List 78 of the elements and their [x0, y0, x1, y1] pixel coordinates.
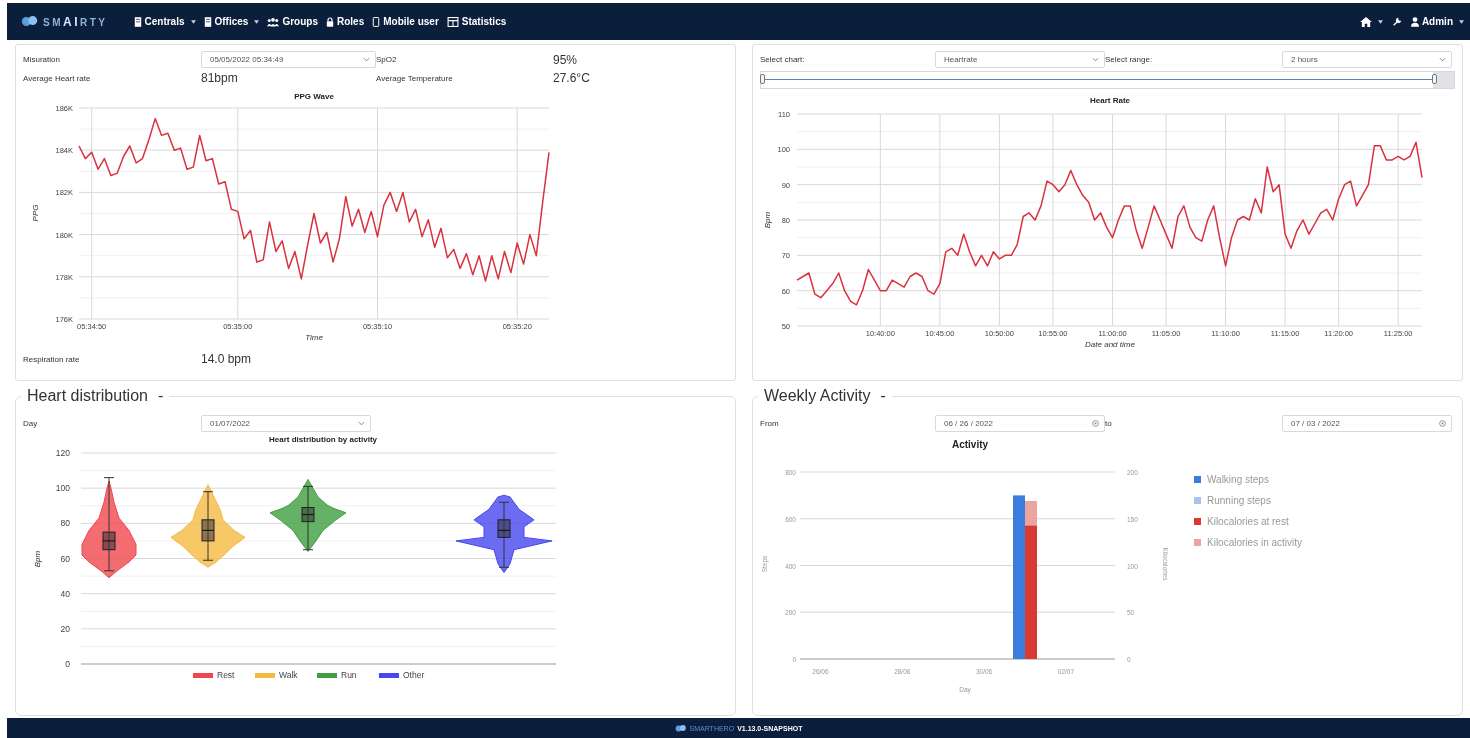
- logo-icon: [21, 15, 39, 28]
- axis-tick-label: 120: [55, 448, 70, 458]
- home-icon: [1359, 16, 1372, 27]
- brand-name: SM AI RTY: [43, 14, 108, 29]
- day-select[interactable]: 01/07/2022: [201, 415, 371, 432]
- chart-title: Heart Rate: [1090, 96, 1130, 105]
- axis-tick-label: 60: [60, 553, 70, 564]
- chart-title: Heart distribution by activity: [269, 435, 377, 444]
- chevron-icon: [1439, 57, 1446, 62]
- legend-item: Kilocalories at rest: [1194, 516, 1303, 527]
- field-label: Day: [23, 419, 39, 428]
- range-slider[interactable]: [760, 71, 1455, 89]
- field-value: 27.6°C: [553, 71, 591, 85]
- nav-menu-item[interactable]: Mobile user: [372, 16, 439, 27]
- clear-icon: [1439, 420, 1446, 427]
- legend-item: Walk: [255, 670, 298, 680]
- legend-item: Kilocalories in activity: [1194, 537, 1303, 548]
- legend-item: Other: [379, 670, 425, 680]
- chart-select[interactable]: Heartrate: [935, 51, 1105, 68]
- lock-icon: [326, 16, 334, 27]
- legend-item: Run: [317, 670, 357, 680]
- chevron-icon: [358, 421, 365, 426]
- nav-menu-item[interactable]: Offices: [203, 16, 260, 27]
- field-label: Misuration: [23, 55, 61, 64]
- axis-tick-label: 0: [65, 659, 70, 669]
- field-label: SpO2: [376, 55, 398, 64]
- axis-tick-label: 40: [60, 588, 70, 599]
- collapse-toggle[interactable]: -: [157, 387, 164, 404]
- user-icon: [1410, 16, 1419, 27]
- date-field[interactable]: 07 / 03 / 2022: [1282, 415, 1452, 432]
- field-label: Average Temperature: [376, 73, 454, 83]
- section-title: Weekly Activity: [764, 387, 871, 404]
- field-label: Select range:: [1105, 55, 1154, 64]
- field-value: 14.0 bpm: [201, 352, 253, 366]
- chart-title: PPG Wave: [294, 92, 334, 101]
- nav-menu-item[interactable]: Statistics: [446, 16, 507, 27]
- field-label: Select chart:: [760, 55, 806, 64]
- chart-title: Activity: [951, 439, 989, 450]
- field-value: 95%: [553, 52, 579, 67]
- logo-icon: [674, 723, 687, 733]
- building-icon: [203, 16, 212, 27]
- legend-item: Rest: [193, 670, 235, 680]
- legend-item: Walking steps: [1194, 474, 1303, 485]
- field-value: 81bpm: [201, 71, 239, 85]
- axis-title: Bpm: [763, 211, 772, 229]
- axis-tick-label: 100: [55, 483, 70, 494]
- date-field[interactable]: 06 / 26 / 2022: [935, 415, 1105, 432]
- table-icon: [446, 16, 459, 27]
- nav-menu-item[interactable]: [1359, 16, 1383, 27]
- axis-tick-label: 20: [60, 623, 70, 634]
- axis-title: Time: [305, 333, 323, 342]
- legend-item: Running steps: [1194, 495, 1303, 506]
- field-label: From: [760, 419, 780, 428]
- field-label: to: [1105, 419, 1113, 428]
- chevron-icon: [363, 57, 370, 62]
- measurement-select[interactable]: 05/05/2022 05:34:49: [201, 51, 376, 68]
- chevron-icon: [1092, 57, 1099, 62]
- building-icon: [133, 16, 142, 27]
- brand-logo[interactable]: SM AI RTY: [21, 14, 108, 29]
- slider-handle[interactable]: [760, 74, 765, 84]
- clear-icon: [1092, 420, 1099, 427]
- field-label: Respiration rate: [23, 354, 81, 364]
- section-title: Heart distribution: [27, 387, 148, 404]
- nav-menu-item[interactable]: Admin: [1410, 16, 1464, 27]
- slider-handle[interactable]: [1432, 74, 1438, 84]
- axis-title: PPG: [31, 204, 40, 222]
- axis-title: Bpm: [33, 550, 42, 568]
- nav-menu-item[interactable]: Centrals: [133, 16, 196, 27]
- nav-menu-item[interactable]: Groups: [267, 16, 318, 27]
- wrench-icon[interactable]: [1392, 16, 1401, 27]
- chart-select[interactable]: 2 hours: [1282, 51, 1452, 68]
- collapse-toggle[interactable]: -: [880, 387, 886, 404]
- people-icon: [267, 16, 280, 27]
- phone-icon: [372, 16, 381, 27]
- nav-menu-item[interactable]: Roles: [326, 16, 365, 27]
- axis-tick-label: 80: [60, 518, 70, 529]
- field-label: Average Heart rate: [23, 73, 92, 83]
- axis-title: Date and time: [1085, 340, 1135, 349]
